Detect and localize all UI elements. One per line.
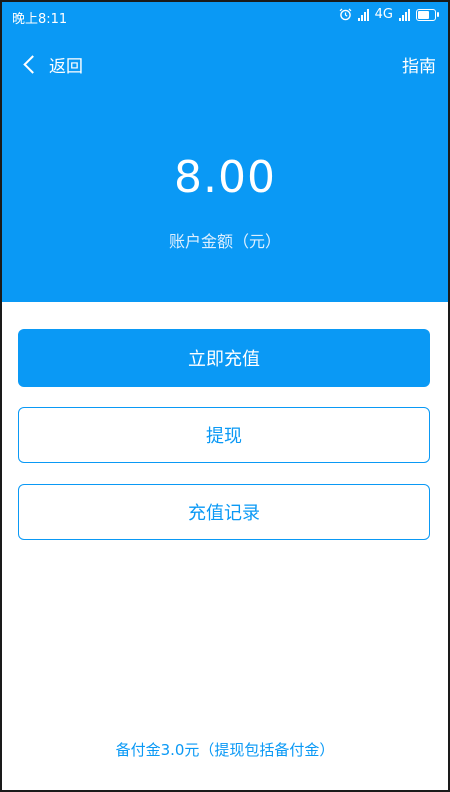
- recharge-button[interactable]: 立即充值: [18, 329, 430, 387]
- withdraw-button[interactable]: 提现: [18, 407, 430, 463]
- alarm-icon: [339, 8, 352, 21]
- status-icons: 4G: [339, 7, 439, 22]
- back-button[interactable]: 返回: [22, 52, 83, 77]
- back-chevron-icon: [23, 55, 42, 74]
- status-time: 晚上8:11: [12, 12, 68, 27]
- account-header: 晚上8:11 4G 返回 指南 8.00 账户金额（元）: [2, 2, 448, 302]
- signal-icon: [357, 8, 369, 21]
- account-amount-label: 账户金额（元）: [168, 232, 281, 251]
- battery-charging-icon: [416, 8, 439, 21]
- signal-icon: [399, 8, 410, 21]
- back-label: 返回: [49, 57, 83, 77]
- account-amount: 8.00: [174, 152, 276, 203]
- guide-link[interactable]: 指南: [402, 52, 436, 77]
- network-type: 4G: [374, 7, 393, 22]
- app-screen: 晚上8:11 4G 返回 指南 8.00 账户金额（元） 立即充值 提现 充值记…: [0, 0, 450, 792]
- reserve-fund-note: 备付金3.0元（提现包括备付金）: [115, 741, 335, 759]
- recharge-records-button[interactable]: 充值记录: [18, 484, 430, 540]
- nav-bar: 返回 指南: [2, 52, 448, 78]
- status-bar: 晚上8:11 4G: [2, 2, 448, 30]
